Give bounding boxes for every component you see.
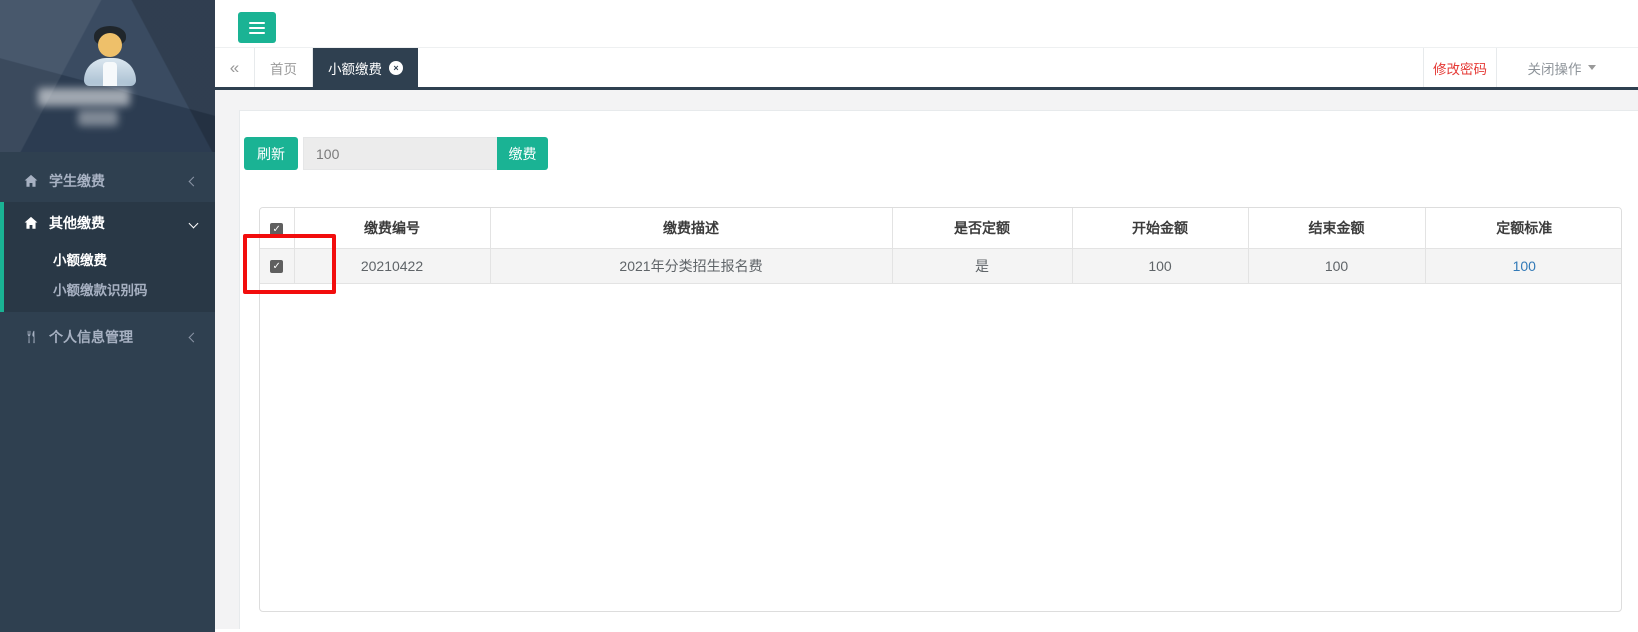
sidebar-item-label: 其他缴费 (49, 213, 105, 233)
main-area: « 首页 小额缴费 × 修改密码 关闭操作 刷新 (215, 0, 1638, 632)
tab-bar: « 首页 小额缴费 × 修改密码 关闭操作 (215, 48, 1638, 90)
avatar[interactable] (84, 26, 136, 86)
blurred-username-line2 (78, 110, 118, 126)
sidebar-subitem-small-payment-id-code[interactable]: 小额缴款识别码 (4, 274, 215, 304)
sidebar-subitem-small-payment[interactable]: 小额缴费 (4, 244, 215, 274)
pay-button[interactable]: 缴费 (497, 137, 548, 170)
home-icon (24, 174, 38, 188)
close-operation-dropdown[interactable]: 关闭操作 (1496, 48, 1626, 87)
tab-label: 小额缴费 (328, 58, 382, 78)
column-header-start-amount: 开始金额 (1072, 208, 1248, 248)
home-icon (24, 216, 38, 230)
profile-section (0, 0, 215, 152)
sidebar-group-other-payment: 其他缴费 小额缴费 小额缴款识别码 (0, 202, 215, 312)
caret-down-icon (1588, 65, 1596, 70)
cell-payment-id: 20210422 (294, 248, 490, 283)
chevron-left-icon (189, 176, 199, 186)
sidebar-subitem-label: 小额缴款识别码 (53, 279, 148, 299)
sidebar-item-label: 学生缴费 (49, 171, 105, 191)
app-window: 学生缴费 其他缴费 小额缴费 小额缴款识别码 (0, 0, 1638, 632)
sidebar-item-personal-info[interactable]: 个人信息管理 (0, 316, 215, 358)
sidebar-subitem-label: 小额缴费 (53, 249, 107, 269)
blurred-username (38, 88, 130, 106)
content-area: 刷新 缴费 缴费编号 缴费描述 (215, 90, 1638, 629)
close-operation-label: 关闭操作 (1528, 58, 1582, 78)
row-checkbox[interactable] (270, 260, 283, 273)
sidebar-item-student-payment[interactable]: 学生缴费 (0, 160, 215, 202)
column-header-end-amount: 结束金额 (1248, 208, 1425, 248)
table-row[interactable]: 20210422 2021年分类招生报名费 是 100 100 100 (260, 248, 1622, 283)
select-all-cell (260, 208, 294, 248)
tabbar-spacer (418, 48, 1423, 87)
select-all-checkbox[interactable] (270, 223, 283, 236)
change-password-label: 修改密码 (1433, 58, 1487, 78)
cell-end-amount: 100 (1248, 248, 1425, 283)
row-checkbox-cell (260, 248, 294, 283)
fixed-standard-link[interactable]: 100 (1513, 258, 1536, 274)
sidebar-item-label: 个人信息管理 (49, 327, 133, 347)
tab-home[interactable]: 首页 (255, 48, 313, 87)
payments-table-container: 缴费编号 缴费描述 是否定额 开始金额 结束金额 定额标准 2 (259, 207, 1622, 612)
chevron-down-icon (189, 218, 199, 228)
payments-table: 缴费编号 缴费描述 是否定额 开始金额 结束金额 定额标准 2 (260, 208, 1622, 284)
cell-start-amount: 100 (1072, 248, 1248, 283)
sidebar-menu: 学生缴费 其他缴费 小额缴费 小额缴款识别码 (0, 160, 215, 358)
sidebar-item-other-payment[interactable]: 其他缴费 (4, 202, 215, 244)
column-header-payment-id: 缴费编号 (294, 208, 490, 248)
tab-small-payment[interactable]: 小额缴费 × (313, 48, 418, 87)
chevron-left-icon (189, 332, 199, 342)
column-header-fixed-standard: 定额标准 (1425, 208, 1622, 248)
tabs-scroll-back-button[interactable]: « (215, 48, 255, 87)
top-navbar (215, 0, 1638, 48)
avatar-face (98, 33, 122, 57)
cell-is-fixed: 是 (892, 248, 1072, 283)
column-header-description: 缴费描述 (490, 208, 892, 248)
hamburger-icon (249, 32, 265, 34)
sidebar: 学生缴费 其他缴费 小额缴费 小额缴款识别码 (0, 0, 215, 632)
column-header-is-fixed: 是否定额 (892, 208, 1072, 248)
amount-input[interactable] (303, 137, 497, 170)
cell-description: 2021年分类招生报名费 (490, 248, 892, 283)
tabbar-endpad (1626, 48, 1638, 87)
payment-toolbar: 刷新 缴费 (244, 137, 548, 170)
hamburger-icon (249, 22, 265, 24)
hamburger-icon (249, 27, 265, 29)
double-chevron-left-icon: « (230, 58, 239, 78)
tab-close-icon[interactable]: × (389, 61, 403, 75)
table-header-row: 缴费编号 缴费描述 是否定额 开始金额 结束金额 定额标准 (260, 208, 1622, 248)
change-password-button[interactable]: 修改密码 (1423, 48, 1496, 87)
avatar-shirt (103, 62, 117, 86)
tab-label: 首页 (270, 58, 297, 78)
refresh-button[interactable]: 刷新 (244, 137, 298, 170)
content-panel: 刷新 缴费 缴费编号 缴费描述 (239, 110, 1638, 629)
cutlery-icon (24, 330, 38, 344)
cell-fixed-standard: 100 (1425, 248, 1622, 283)
sidebar-toggle-button[interactable] (238, 12, 276, 43)
